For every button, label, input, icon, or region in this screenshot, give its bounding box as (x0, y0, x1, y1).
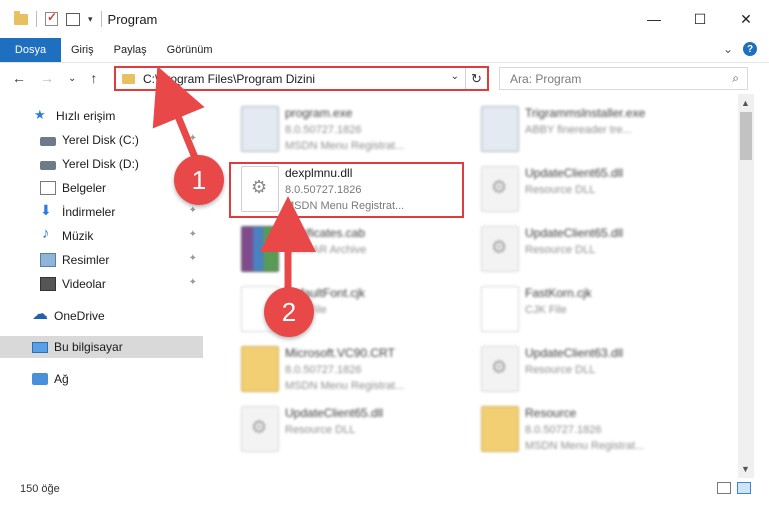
callout-step-2: 2 (264, 287, 314, 337)
callout-step-1: 1 (174, 155, 224, 205)
annotation-arrows (152, 66, 316, 290)
arrow-to-address-bar (152, 66, 205, 162)
